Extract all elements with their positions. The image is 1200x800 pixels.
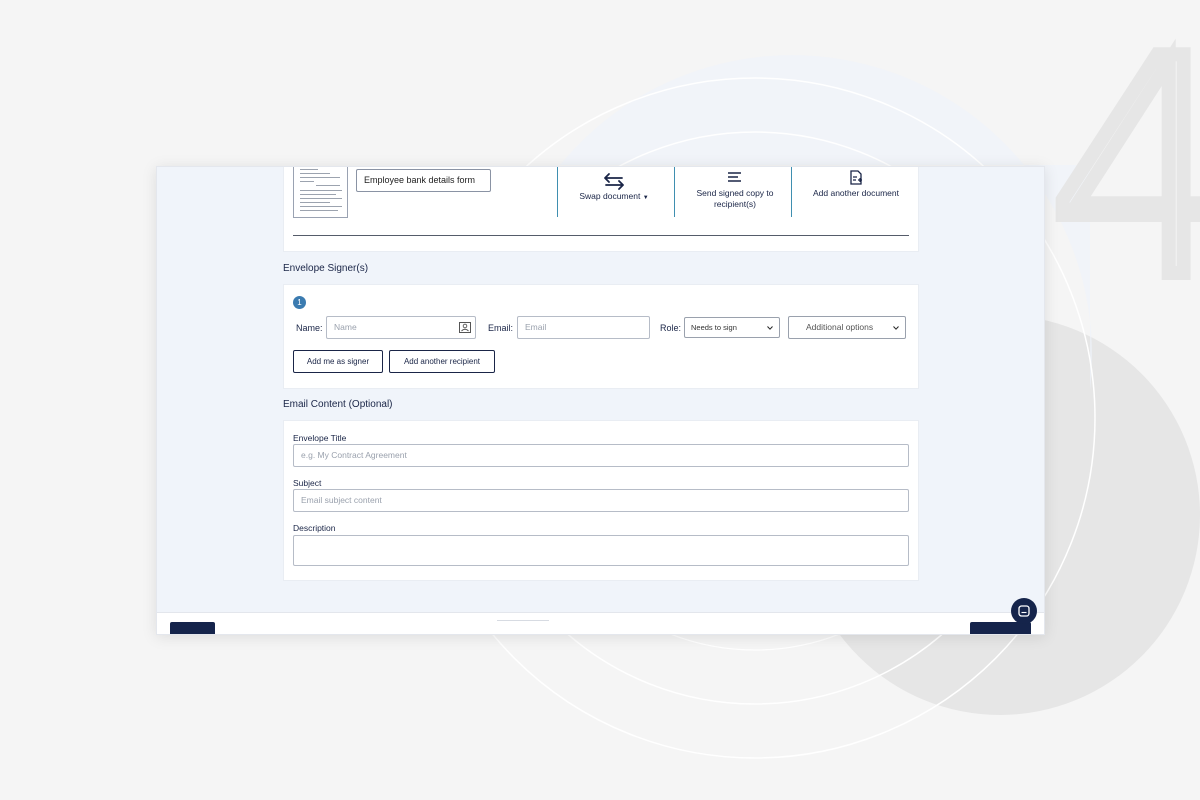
add-document-icon bbox=[850, 170, 862, 185]
role-select[interactable]: Needs to sign bbox=[684, 317, 780, 338]
chat-icon bbox=[1018, 605, 1030, 617]
email-content-section-title: Email Content (Optional) bbox=[283, 399, 393, 410]
chat-support-button[interactable] bbox=[1011, 598, 1037, 624]
envelope-title-label: Envelope Title bbox=[293, 433, 347, 443]
signer-card: 1 Name: Name Email: Email Role: Needs to… bbox=[283, 284, 919, 389]
add-me-as-signer-button[interactable]: Add me as signer bbox=[293, 350, 383, 373]
description-label: Description bbox=[293, 523, 336, 533]
swap-document-button[interactable]: Swap document ▼ bbox=[568, 172, 660, 204]
envelope-title-input[interactable]: e.g. My Contract Agreement bbox=[293, 444, 909, 467]
email-content-card: Envelope Title e.g. My Contract Agreemen… bbox=[283, 420, 919, 581]
name-label: Name: bbox=[296, 323, 323, 333]
add-another-recipient-button[interactable]: Add another recipient bbox=[389, 350, 495, 373]
footer-indicator bbox=[497, 620, 549, 624]
role-label: Role: bbox=[660, 323, 682, 333]
signers-section-title: Envelope Signer(s) bbox=[283, 263, 369, 274]
document-divider-line bbox=[293, 235, 909, 236]
lines-icon bbox=[728, 172, 741, 182]
email-label: Email: bbox=[488, 323, 514, 333]
divider bbox=[557, 167, 558, 217]
contacts-icon[interactable] bbox=[459, 322, 471, 333]
caret-down-icon: ▼ bbox=[642, 195, 649, 201]
document-card: Employee bank details form Swap document… bbox=[283, 167, 919, 252]
divider bbox=[791, 167, 792, 217]
send-signed-copy-button[interactable]: Send signed copy to recipient(s) bbox=[689, 169, 781, 210]
add-another-document-button[interactable]: Add another document bbox=[800, 169, 912, 199]
document-name-field[interactable]: Employee bank details form bbox=[356, 169, 491, 192]
signer-name-input[interactable]: Name bbox=[326, 316, 476, 339]
signer-step-badge: 1 bbox=[293, 296, 306, 309]
chevron-down-icon bbox=[893, 326, 899, 330]
additional-options-select[interactable]: Additional options bbox=[788, 316, 906, 339]
description-textarea[interactable] bbox=[293, 535, 909, 566]
swap-icon bbox=[604, 173, 624, 190]
footer-bar bbox=[157, 612, 1044, 634]
subject-label: Subject bbox=[293, 478, 322, 488]
subject-input[interactable]: Email subject content bbox=[293, 489, 909, 512]
background-step-digit: 4 bbox=[1041, 0, 1200, 344]
divider bbox=[674, 167, 675, 217]
envelope-editor-window: Employee bank details form Swap document… bbox=[156, 166, 1045, 635]
signer-email-input[interactable]: Email bbox=[517, 316, 650, 339]
document-thumbnail[interactable] bbox=[293, 167, 348, 218]
chevron-down-icon bbox=[767, 326, 773, 330]
back-button[interactable] bbox=[170, 622, 215, 634]
